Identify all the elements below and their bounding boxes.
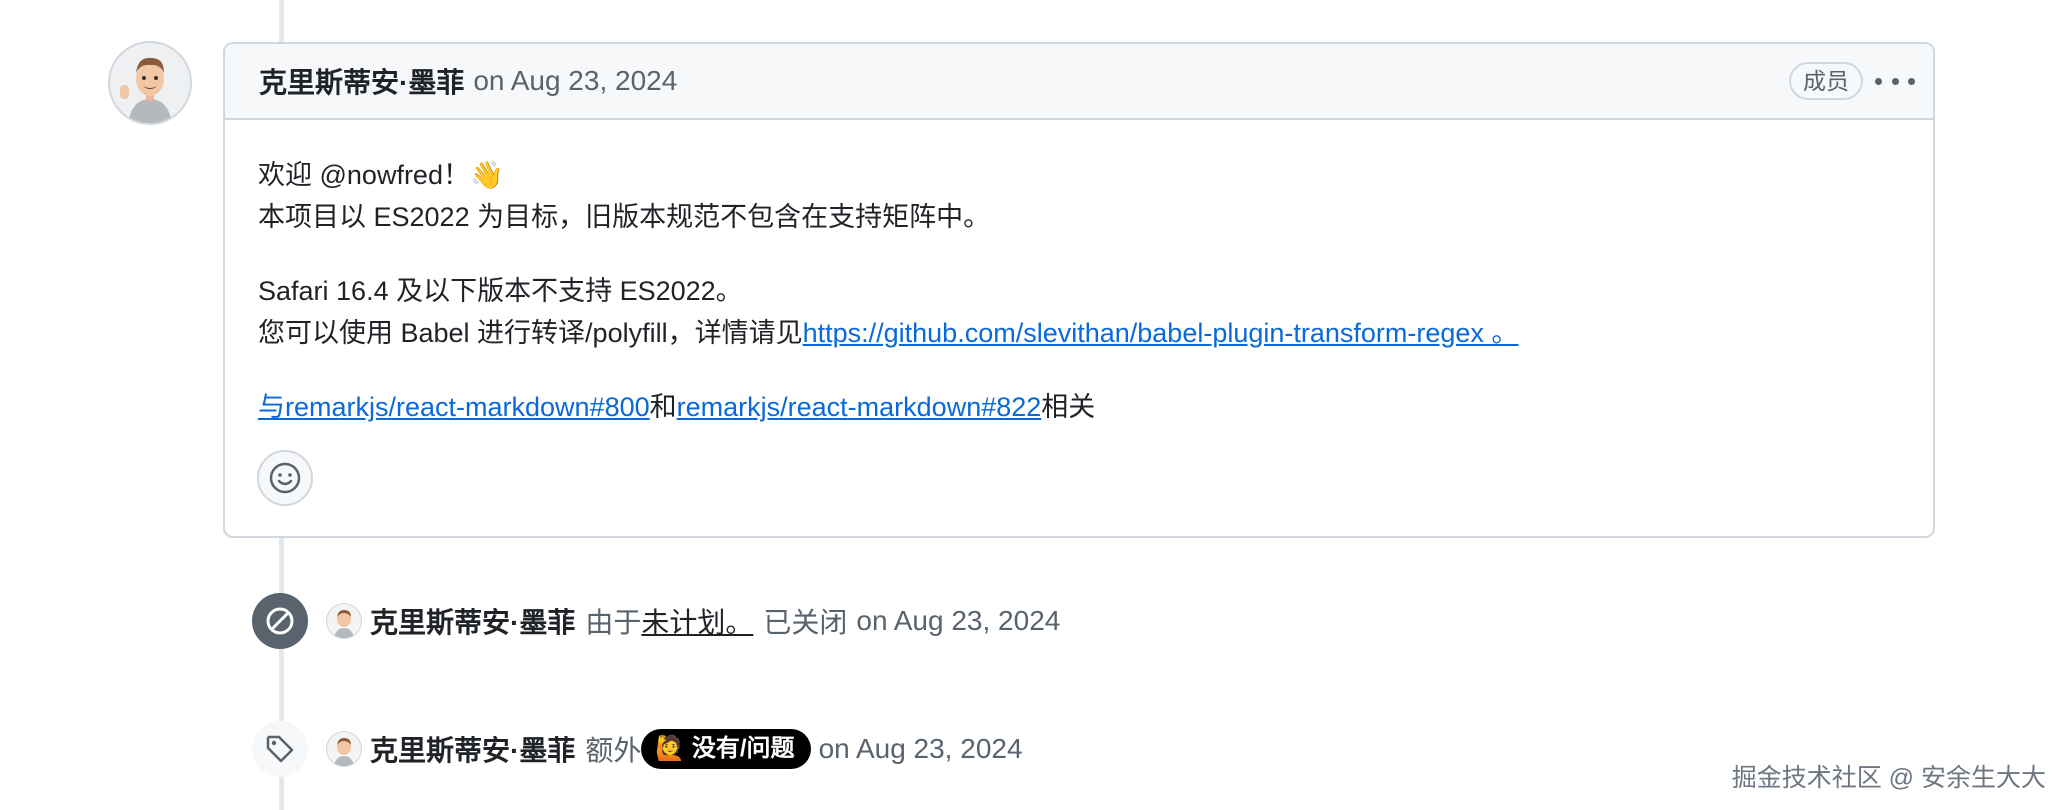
event-author[interactable]: 克里斯蒂安·墨菲 — [370, 601, 575, 641]
issue-comment: 克里斯蒂安·墨菲 on Aug 23, 2024 成员 欢迎 @nowfred！… — [223, 42, 1935, 538]
comment-paragraph: 欢迎 @nowfred！👋 本项目以 ES2022 为目标，旧版本规范不包含在支… — [258, 154, 1901, 238]
issue-link-800[interactable]: remarkjs/react-markdown#800 — [285, 392, 650, 422]
close-reason-link[interactable]: 未计划。 — [641, 601, 753, 641]
related-and: 和 — [649, 392, 677, 422]
smiley-icon — [269, 462, 301, 494]
target-line: 本项目以 ES2022 为目标，旧版本规范不包含在支持矩阵中。 — [258, 202, 991, 232]
watermark: 掘金技术社区 @ 安余生大大 — [1731, 764, 2046, 792]
timeline-event-labeled: 克里斯蒂安·墨菲 额外 🙋 没有/问题 on Aug 23, 2024 — [252, 721, 1023, 777]
dot — [1891, 77, 1899, 85]
related-prefix-link[interactable]: 与 — [258, 392, 285, 422]
comment-header: 克里斯蒂安·墨菲 on Aug 23, 2024 成员 — [225, 44, 1933, 120]
author-avatar[interactable] — [108, 41, 192, 125]
comment-paragraph: 与remarkjs/react-markdown#800和remarkjs/re… — [258, 386, 1901, 428]
comment-paragraph: Safari 16.4 及以下版本不支持 ES2022。 您可以使用 Babel… — [258, 270, 1901, 354]
event-author[interactable]: 克里斯蒂安·墨菲 — [370, 729, 575, 769]
babel-text: 您可以使用 Babel 进行转译/polyfill，详情请见 — [258, 318, 803, 348]
closed-not-planned-icon — [252, 593, 308, 649]
add-reaction-button[interactable] — [257, 450, 313, 506]
event-avatar[interactable] — [326, 731, 362, 767]
babel-plugin-link[interactable]: https://github.com/slevithan/babel-plugi… — [803, 318, 1519, 348]
label-badge[interactable]: 🙋 没有/问题 — [641, 729, 811, 769]
safari-line: Safari 16.4 及以下版本不支持 ES2022。 — [258, 276, 743, 306]
tag-icon — [252, 721, 308, 777]
event-prefix: 额外 — [585, 735, 642, 766]
event-avatar[interactable] — [326, 603, 362, 639]
event-date[interactable]: on Aug 23, 2024 — [819, 733, 1023, 765]
event-action: 已关闭 — [763, 607, 848, 638]
event-prefix: 由于 — [585, 607, 642, 638]
event-date[interactable]: on Aug 23, 2024 — [856, 605, 1060, 637]
dot — [1875, 77, 1882, 85]
welcome-line: 欢迎 @nowfred！👋 — [258, 160, 504, 190]
more-options-icon[interactable] — [1875, 68, 1915, 94]
timeline-event-closed: 克里斯蒂安·墨菲 由于 未计划。 已关闭 on Aug 23, 2024 — [252, 593, 1060, 649]
dot — [1908, 77, 1915, 85]
issue-link-822[interactable]: remarkjs/react-markdown#822 — [677, 392, 1042, 422]
comment-author[interactable]: 克里斯蒂安·墨菲 — [259, 61, 464, 101]
role-badge: 成员 — [1789, 62, 1863, 100]
comment-body: 欢迎 @nowfred！👋 本项目以 ES2022 为目标，旧版本规范不包含在支… — [225, 120, 1933, 428]
related-suffix: 相关 — [1041, 392, 1096, 422]
comment-date[interactable]: on Aug 23, 2024 — [473, 65, 677, 97]
